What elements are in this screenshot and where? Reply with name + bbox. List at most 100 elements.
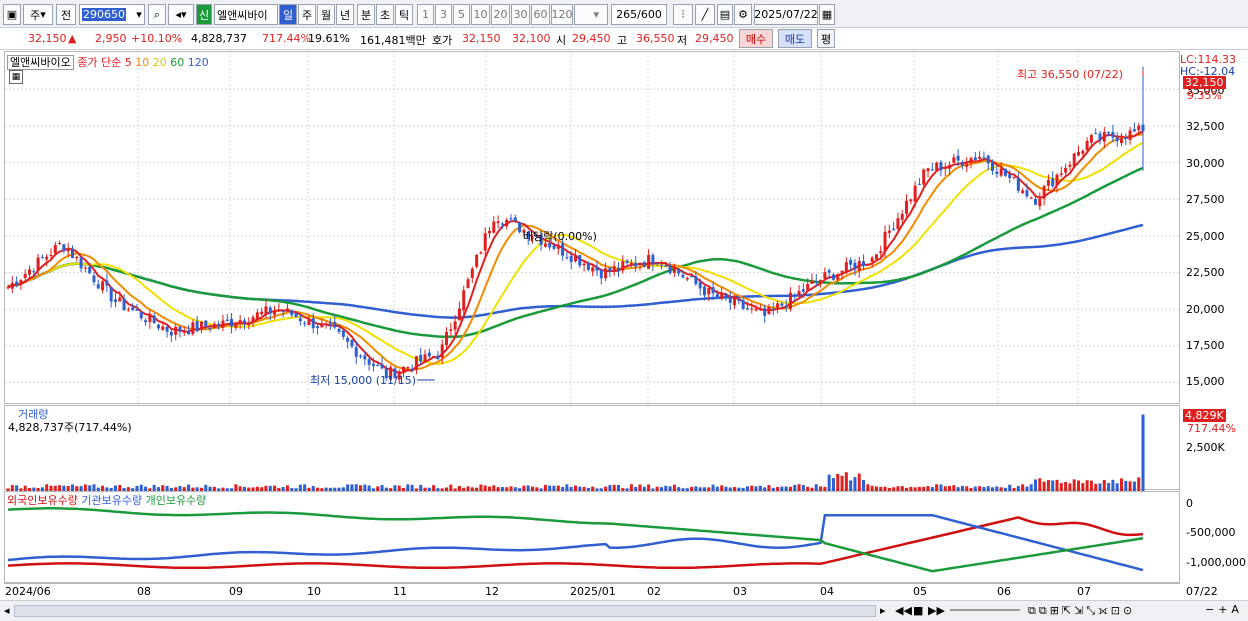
stock-name[interactable]: 엘앤씨바이 <box>214 4 278 25</box>
interval-5[interactable]: 5 <box>453 4 470 25</box>
candle-body <box>40 257 44 259</box>
candle-body <box>479 252 483 254</box>
interval-20[interactable]: 20 <box>491 4 510 25</box>
candle-body <box>965 163 969 167</box>
draw-icon[interactable]: ╱ <box>695 4 715 25</box>
candle-body <box>616 267 620 271</box>
buy-button[interactable]: 매수 <box>739 29 773 48</box>
period-day[interactable]: 일 <box>279 4 297 25</box>
forward-icon[interactable]: ▶▶ <box>928 604 945 617</box>
volume-bar <box>1124 480 1128 491</box>
candle-body <box>629 262 633 265</box>
interval-120[interactable]: 120 <box>551 4 573 25</box>
volume-bar <box>92 484 96 491</box>
amount: 161,481백만 <box>360 34 426 47</box>
sell-button[interactable]: 매도 <box>778 29 812 48</box>
prev-button[interactable]: 전 <box>56 4 76 25</box>
count-value: 265 <box>616 8 638 21</box>
rewind-icon[interactable]: ◀◀ <box>895 604 912 617</box>
candle-body <box>887 230 891 233</box>
candle-body <box>595 266 599 271</box>
zoom-slider[interactable] <box>950 609 1020 611</box>
candle-body <box>797 291 801 296</box>
candle-body <box>591 267 595 272</box>
sound-icon[interactable]: ◂▾ <box>168 4 194 25</box>
candle-body <box>1055 174 1059 186</box>
candle-body <box>677 269 681 274</box>
candle-body <box>780 303 784 306</box>
period-year[interactable]: 년 <box>336 4 354 25</box>
date-02: 02 <box>647 585 661 598</box>
ask-value: 32,150 <box>462 32 501 45</box>
count-input[interactable]: 265/600 <box>611 4 667 25</box>
candle-icon[interactable]: ⫶ <box>673 4 693 25</box>
candle-body <box>827 270 831 273</box>
date-input[interactable]: 2025/07/22 <box>754 4 818 25</box>
dividend-note: 배당락(0.00%) <box>523 230 597 243</box>
holding-panel[interactable]: 외국인보유수량 기관보유수량 개인보유수량 <box>4 491 1180 583</box>
up-arrow-icon: ▲ <box>68 32 77 45</box>
interval-1[interactable]: 1 <box>417 4 434 25</box>
candle-body <box>367 359 371 365</box>
candle-body <box>672 268 676 273</box>
candle-body <box>711 287 715 294</box>
period-second[interactable]: 초 <box>376 4 394 25</box>
interval-10[interactable]: 10 <box>471 4 490 25</box>
search-icon[interactable]: ⌕ <box>148 4 166 25</box>
grid-icon[interactable]: ▦ <box>9 70 23 84</box>
scroll-track[interactable] <box>14 605 876 617</box>
volume-bar <box>1021 484 1025 491</box>
candle-body <box>341 330 345 337</box>
gear-icon[interactable]: ⚙ <box>734 4 752 25</box>
period-week[interactable]: 주 <box>298 4 316 25</box>
candle-body <box>118 297 122 302</box>
scroll-left-icon[interactable]: ◂ <box>4 604 10 617</box>
zoom-buttons[interactable]: −+A <box>1205 603 1243 616</box>
candle-body <box>406 367 410 369</box>
candle-body <box>1003 168 1007 176</box>
chevron-down-icon[interactable]: ▾ <box>132 4 146 25</box>
volume-bar <box>1077 480 1081 491</box>
volume-bar <box>45 484 49 491</box>
volume-chart[interactable] <box>5 406 1181 491</box>
candle-body <box>376 365 380 367</box>
period-tick[interactable]: 틱 <box>395 4 413 25</box>
candle-body <box>995 171 999 175</box>
stop-icon[interactable]: ■ <box>913 604 923 617</box>
volume-panel[interactable]: 거래량 4,828,737주(717.44%) <box>4 405 1181 491</box>
credit-badge[interactable]: 신 <box>196 4 212 25</box>
interval-custom-dropdown[interactable]: ▾ <box>574 4 608 25</box>
ma60-label: 60 <box>170 56 185 69</box>
scroll-bar[interactable]: ◂ ▸ ◀◀ ■ ▶▶ ⧉⧉⊞⇱⇲⤡⟗⊡⊙ −+A <box>0 600 1248 621</box>
tool-icons[interactable]: ⧉⧉⊞⇱⇲⤡⟗⊡⊙ <box>1028 604 1135 618</box>
interval-60[interactable]: 60 <box>531 4 550 25</box>
window-icon[interactable]: ▣ <box>3 4 21 25</box>
candle-body <box>1089 135 1093 143</box>
candle-body <box>831 274 835 280</box>
calendar-icon[interactable]: ▦ <box>819 4 835 25</box>
scroll-right-icon[interactable]: ▸ <box>880 604 886 617</box>
interval-30[interactable]: 30 <box>511 4 530 25</box>
candle-body <box>148 313 152 322</box>
price-panel[interactable]: 엘앤씨바이오 종가 단순 5 10 20 60 120 ▦ 최고 36,550 … <box>4 51 1181 405</box>
candle-body <box>182 331 186 333</box>
candle-body <box>849 259 853 265</box>
type-select[interactable]: 주 ▾ <box>23 4 53 25</box>
volume-bar <box>831 478 835 491</box>
save-icon[interactable]: ▤ <box>717 4 733 25</box>
candle-body <box>174 326 178 335</box>
candle-body <box>823 272 827 279</box>
candle-body <box>303 322 307 324</box>
period-month[interactable]: 월 <box>317 4 335 25</box>
candle-body <box>518 222 522 233</box>
candle-body <box>410 368 414 370</box>
candle-body <box>62 244 66 251</box>
eval-button[interactable]: 평 <box>817 29 835 48</box>
date-09: 09 <box>229 585 243 598</box>
y-tick-30000: 30,000 <box>1186 157 1225 170</box>
period-minute[interactable]: 분 <box>357 4 375 25</box>
interval-3[interactable]: 3 <box>435 4 452 25</box>
candle-body <box>1102 132 1106 142</box>
turnover: 19.61% <box>308 32 350 45</box>
candle-body <box>466 279 470 289</box>
